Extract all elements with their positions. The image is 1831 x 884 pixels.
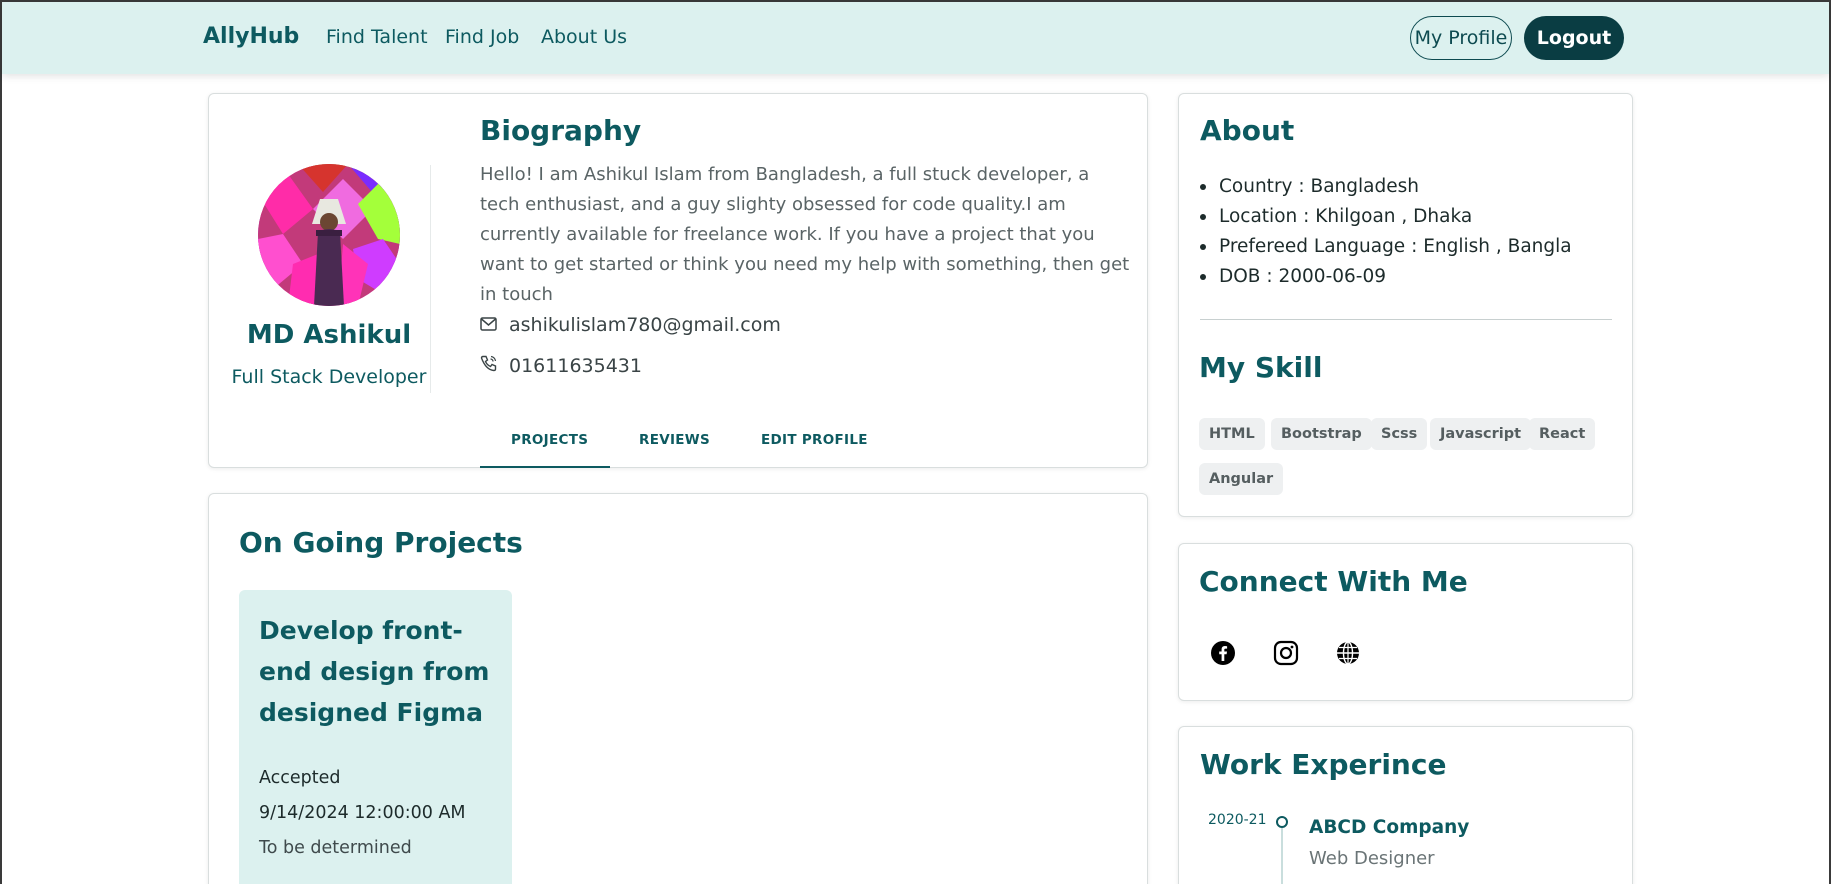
- projects-title: On Going Projects: [239, 526, 523, 559]
- skill-tag: Javascript: [1430, 418, 1532, 450]
- mail-icon: [480, 314, 497, 336]
- skill-tag: React: [1529, 418, 1596, 450]
- avatar-photo: [258, 164, 400, 306]
- facebook-icon[interactable]: [1208, 638, 1238, 668]
- nav-find-talent[interactable]: Find Talent: [326, 26, 428, 48]
- connect-title: Connect With Me: [1199, 565, 1468, 598]
- about-divider: [1200, 319, 1612, 320]
- email-row: ashikulislam780@gmail.com: [480, 314, 781, 336]
- biography-text: Hello! I am Ashikul Islam from Banglades…: [480, 164, 1130, 305]
- about-item-language: Prefereed Language : English , Bangla: [1200, 232, 1572, 262]
- experience-company: ABCD Company: [1309, 817, 1470, 838]
- profile-divider: [430, 165, 431, 393]
- project-card[interactable]: Develop front-end design from designed F…: [239, 590, 512, 884]
- timeline-line: [1281, 828, 1283, 884]
- tab-edit-profile[interactable]: EDIT PROFILE: [761, 432, 868, 448]
- skill-tag: Bootstrap: [1271, 418, 1372, 450]
- skill-tag: HTML: [1199, 418, 1265, 450]
- tab-reviews[interactable]: REVIEWS: [639, 432, 710, 448]
- skill-tag: Angular: [1199, 463, 1284, 495]
- experience-position: Web Designer: [1309, 848, 1435, 869]
- profile-role: Full Stack Developer: [231, 366, 427, 388]
- project-deadline: To be determined: [259, 838, 412, 858]
- phone-icon: [480, 355, 497, 377]
- project-date: 9/14/2024 12:00:00 AM: [259, 803, 466, 823]
- email-text[interactable]: ashikulislam780@gmail.com: [509, 314, 781, 336]
- profile-name: MD Ashikul: [246, 320, 412, 350]
- tab-projects[interactable]: PROJECTS: [511, 432, 588, 448]
- active-tab-indicator: [480, 466, 610, 468]
- skills-title: My Skill: [1199, 351, 1323, 384]
- experience-period: 2020-21: [1208, 812, 1267, 828]
- about-card: [1178, 93, 1633, 517]
- brand-logo[interactable]: AllyHub: [203, 24, 299, 49]
- my-profile-button[interactable]: My Profile: [1410, 16, 1512, 60]
- phone-row: 01611635431: [480, 355, 642, 377]
- about-item-country: Country : Bangladesh: [1200, 172, 1572, 202]
- avatar: [258, 164, 400, 306]
- project-status: Accepted: [259, 768, 341, 788]
- top-navbar: AllyHub Find Talent Find Job About Us My…: [2, 2, 1829, 74]
- skill-tag: Scss: [1371, 418, 1428, 450]
- project-title[interactable]: Develop front-end design from designed F…: [259, 610, 499, 733]
- biography-title: Biography: [480, 114, 642, 147]
- phone-text[interactable]: 01611635431: [509, 355, 642, 377]
- instagram-icon[interactable]: [1271, 638, 1301, 668]
- logout-button[interactable]: Logout: [1524, 16, 1624, 60]
- globe-icon[interactable]: [1333, 638, 1363, 668]
- about-title: About: [1200, 114, 1295, 147]
- nav-find-job[interactable]: Find Job: [445, 26, 519, 48]
- about-list: Country : Bangladesh Location : Khilgoan…: [1200, 172, 1572, 292]
- about-item-dob: DOB : 2000-06-09: [1200, 262, 1572, 292]
- about-item-location: Location : Khilgoan , Dhaka: [1200, 202, 1572, 232]
- experience-title: Work Experince: [1200, 748, 1447, 781]
- nav-about-us[interactable]: About Us: [541, 26, 627, 48]
- timeline-dot: [1276, 816, 1288, 828]
